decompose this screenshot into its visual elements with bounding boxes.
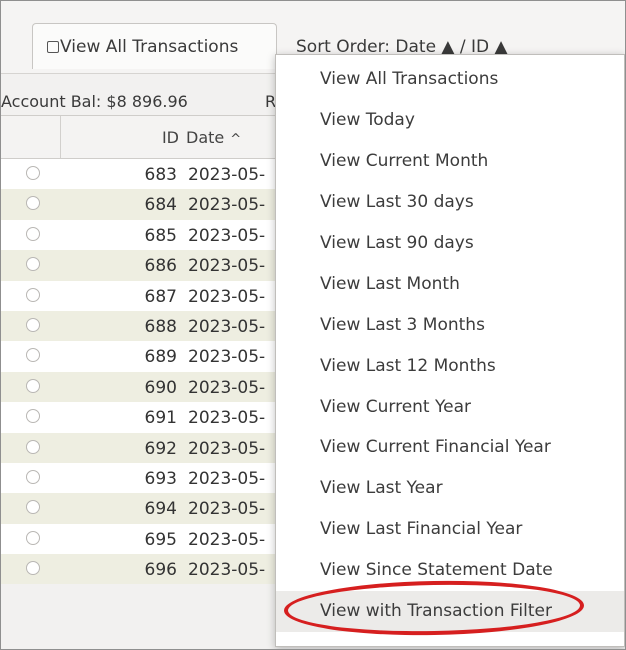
window: View All Transactions Sort Order: Date ▲…	[0, 0, 626, 650]
menu-item-view-today[interactable]: View Today	[276, 100, 624, 141]
account-balance: Account Bal: $8 896.96	[1, 92, 188, 111]
row-date: 2023-05-	[188, 468, 266, 489]
row-date: 2023-05-	[188, 195, 266, 216]
menu-item-view-current-financial-year[interactable]: View Current Financial Year	[276, 427, 624, 468]
row-id: 694	[144, 499, 177, 520]
menu-item-view-last-3-months[interactable]: View Last 3 Months	[276, 305, 624, 346]
sort-ascending-icon: ^	[230, 132, 242, 147]
date-column-header[interactable]: Date ^	[186, 128, 241, 147]
row-date: 2023-05-	[188, 225, 266, 246]
id-column-header[interactable]: ID	[61, 128, 179, 147]
row-date: 2023-05-	[188, 256, 266, 277]
row-date: 2023-05-	[188, 286, 266, 307]
menu-item-view-last-month[interactable]: View Last Month	[276, 264, 624, 305]
row-date: 2023-05-	[188, 560, 266, 581]
menu-item-view-with-transaction-filter[interactable]: View with Transaction Filter	[276, 591, 624, 632]
row-id: 687	[144, 286, 177, 307]
row-id: 686	[144, 256, 177, 277]
view-button-label: View All Transactions	[60, 36, 239, 57]
view-all-transactions-button[interactable]: View All Transactions	[32, 23, 277, 69]
row-id: 688	[144, 316, 177, 337]
row-date: 2023-05-	[188, 165, 266, 185]
row-id: 689	[144, 347, 177, 368]
row-id: 693	[144, 468, 177, 489]
row-date: 2023-05-	[188, 316, 266, 337]
menu-item-view-current-month[interactable]: View Current Month	[276, 141, 624, 182]
checkbox-icon	[47, 40, 59, 53]
row-date: 2023-05-	[188, 408, 266, 429]
row-date: 2023-05-	[188, 377, 266, 398]
menu-item-view-last-year[interactable]: View Last Year	[276, 468, 624, 509]
menu-item-view-last-90-days[interactable]: View Last 90 days	[276, 223, 624, 264]
menu-item-view-last-30-days[interactable]: View Last 30 days	[276, 182, 624, 223]
row-date: 2023-05-	[188, 499, 266, 520]
menu-item-view-all-transactions[interactable]: View All Transactions	[276, 59, 624, 100]
row-date: 2023-05-	[188, 438, 266, 459]
row-id: 692	[144, 438, 177, 459]
row-id: 683	[144, 165, 177, 185]
row-date: 2023-05-	[188, 347, 266, 368]
date-header-label: Date	[186, 128, 225, 147]
menu-item-view-since-statement-date[interactable]: View Since Statement Date	[276, 550, 624, 591]
menu-item-view-last-financial-year[interactable]: View Last Financial Year	[276, 509, 624, 550]
row-id: 684	[144, 195, 177, 216]
row-id: 695	[144, 529, 177, 550]
view-dropdown-menu: View All Transactions View Today View Curr…	[275, 54, 625, 647]
row-date: 2023-05-	[188, 529, 266, 550]
menu-item-view-current-year[interactable]: View Current Year	[276, 387, 624, 428]
menu-item-view-last-12-months[interactable]: View Last 12 Months	[276, 346, 624, 387]
row-id: 691	[144, 408, 177, 429]
row-id: 696	[144, 560, 177, 581]
row-id: 685	[144, 225, 177, 246]
select-column-header[interactable]	[1, 116, 61, 158]
row-id: 690	[144, 377, 177, 398]
